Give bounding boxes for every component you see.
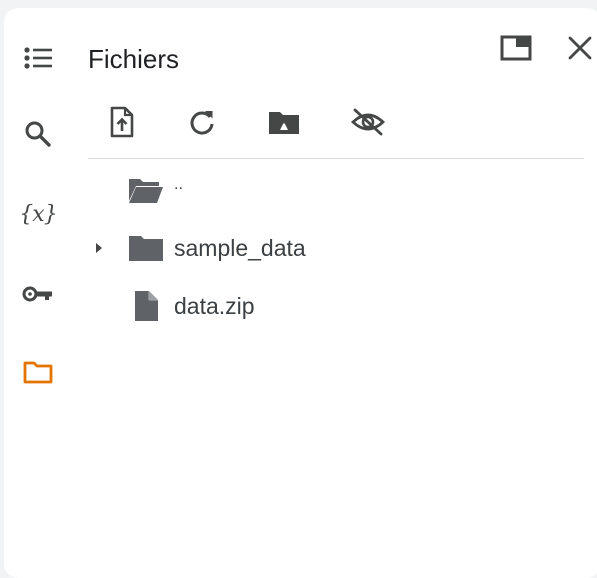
parent-directory-row[interactable]: ..	[88, 168, 584, 212]
files-panel: {x} Fichiers .. sample_data data.zip	[4, 8, 597, 578]
folder-outline-icon	[22, 359, 54, 385]
visibility-off-icon	[350, 107, 386, 142]
refresh-icon	[188, 108, 216, 141]
toggle-hidden-files-button[interactable]	[348, 104, 388, 144]
files-button[interactable]	[16, 350, 60, 394]
list-icon	[23, 46, 53, 70]
upload-button[interactable]	[102, 104, 142, 144]
secrets-button[interactable]	[16, 272, 60, 316]
file-icon	[126, 288, 166, 324]
toolbar-divider	[88, 158, 584, 159]
open-in-window-button[interactable]	[496, 30, 536, 70]
expand-caret-icon[interactable]	[92, 241, 106, 255]
folder-icon	[126, 230, 166, 266]
close-button[interactable]	[560, 30, 597, 70]
folder-open-icon	[126, 172, 166, 208]
tree-item-sample-data[interactable]: sample_data	[88, 226, 584, 270]
upload-file-icon	[109, 106, 135, 143]
panel-title: Fichiers	[88, 44, 180, 74]
close-icon	[567, 35, 593, 66]
tree-item-label: data.zip	[174, 292, 255, 319]
search-icon	[23, 119, 53, 149]
variables-icon: {x}	[19, 201, 57, 227]
search-button[interactable]	[16, 112, 60, 156]
parent-directory-label: ..	[174, 176, 183, 193]
variables-button[interactable]: {x}	[16, 192, 60, 236]
side-rail: {x}	[4, 8, 76, 578]
key-icon	[22, 284, 54, 304]
table-of-contents-button[interactable]	[16, 36, 60, 80]
mount-drive-button[interactable]	[264, 104, 304, 144]
tree-item-data-zip[interactable]: data.zip	[88, 284, 584, 328]
open-in-new-window-icon	[500, 35, 532, 66]
tree-item-label: sample_data	[174, 234, 306, 261]
refresh-button[interactable]	[182, 104, 222, 144]
drive-folder-icon	[267, 108, 301, 141]
